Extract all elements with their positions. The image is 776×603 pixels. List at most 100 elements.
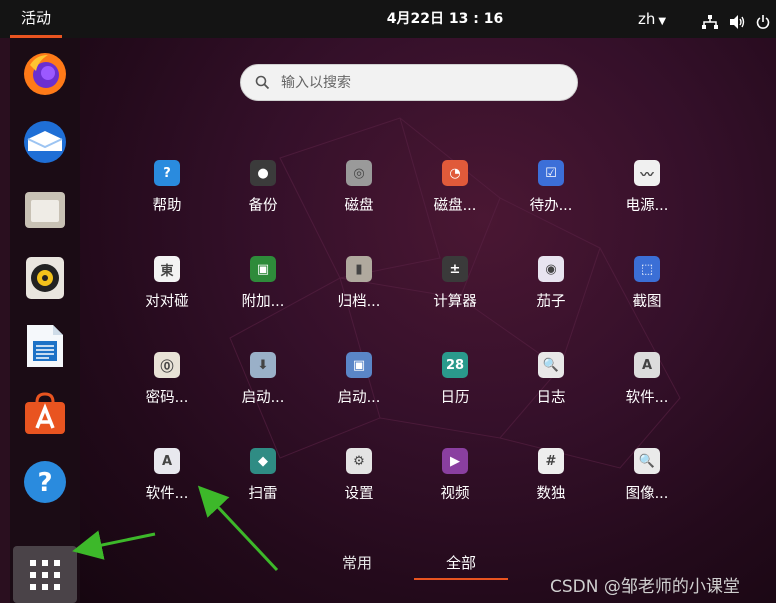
- image-viewer-icon: 🔍: [634, 448, 660, 474]
- archive-icon: ▮: [346, 256, 372, 282]
- folder-icon: [25, 192, 65, 228]
- show-applications-button[interactable]: [13, 546, 77, 603]
- speaker-icon: [26, 257, 64, 299]
- disk-usage-icon: ◔: [442, 160, 468, 186]
- dock-item-rhythmbox[interactable]: [19, 252, 71, 304]
- settings-icon: ⚙: [346, 448, 372, 474]
- app-launcher[interactable]: ● 备份: [215, 154, 311, 250]
- grid-dots-icon: [30, 559, 60, 590]
- app-label: 软件...: [625, 390, 669, 406]
- view-switcher: 常用 全部: [310, 550, 560, 580]
- app-label: 启动...: [337, 390, 381, 406]
- dock: ?: [10, 38, 80, 603]
- search-bar[interactable]: [240, 64, 578, 101]
- app-label: 日志: [536, 390, 566, 406]
- app-launcher[interactable]: 〰电源...: [599, 154, 695, 250]
- app-label: 软件...: [145, 486, 189, 502]
- dock-item-writer[interactable]: [19, 320, 71, 372]
- screenshot-icon: ⬚: [634, 256, 660, 282]
- tab-frequent[interactable]: 常用: [326, 550, 388, 580]
- app-label: 备份: [248, 198, 278, 214]
- app-launcher[interactable]: ▣ 启动...: [311, 346, 407, 442]
- app-launcher[interactable]: 🔍 日志: [503, 346, 599, 442]
- chip-icon: ▣: [250, 256, 276, 282]
- app-launcher[interactable]: 🔍 图像...: [599, 442, 695, 538]
- thunderbird-icon: [24, 121, 66, 163]
- dock-item-firefox[interactable]: [19, 48, 71, 100]
- software-updater-icon: A: [154, 448, 180, 474]
- video-icon: ▶: [442, 448, 468, 474]
- app-label: 归档...: [337, 294, 381, 310]
- applications-overview: ? 帮助 ● 备份 ◎ 磁盘 ◔ 磁盘... ☑ 待办... 〰电源... 東对对碰 ▣ 附加... ▮ 归档…: [80, 38, 776, 603]
- app-launcher[interactable]: ⬚ 截图: [599, 250, 695, 346]
- app-launcher[interactable]: ± 计算器: [407, 250, 503, 346]
- activities-button[interactable]: 活动: [10, 0, 62, 38]
- disk-icon: ◎: [346, 160, 372, 186]
- watermark: CSDN @邹老师的小课堂: [550, 577, 740, 597]
- app-label: 对对碰: [145, 294, 189, 310]
- power-stats-icon: 〰: [634, 160, 660, 186]
- app-launcher[interactable]: ◔ 磁盘...: [407, 154, 503, 250]
- network-wired-icon[interactable]: [702, 15, 718, 29]
- dock-item-software[interactable]: [19, 388, 71, 440]
- app-launcher[interactable]: ◎ 磁盘: [311, 154, 407, 250]
- dock-item-help[interactable]: ?: [19, 456, 71, 508]
- app-launcher[interactable]: ▣ 附加...: [215, 250, 311, 346]
- app-launcher[interactable]: ⚙ 设置: [311, 442, 407, 538]
- app-label: 图像...: [625, 486, 669, 502]
- password-icon: ⓪: [154, 352, 180, 378]
- language-indicator[interactable]: zh ▼: [638, 0, 666, 38]
- app-label: 茄子: [536, 294, 566, 310]
- dock-item-thunderbird[interactable]: [19, 116, 71, 168]
- app-launcher[interactable]: ◆ 扫雷: [215, 442, 311, 538]
- app-label: 截图: [632, 294, 662, 310]
- app-label: 计算器: [433, 294, 477, 310]
- app-grid: ? 帮助 ● 备份 ◎ 磁盘 ◔ 磁盘... ☑ 待办... 〰电源... 東对对碰 ▣ 附加... ▮ 归档…: [119, 154, 695, 538]
- tab-all[interactable]: 全部: [414, 550, 508, 580]
- app-label: 启动...: [241, 390, 285, 406]
- app-label: 磁盘: [344, 198, 374, 214]
- clock[interactable]: 4月22日 13 : 16: [360, 0, 530, 38]
- startup-apps-icon: ▣: [346, 352, 372, 378]
- document-icon: [27, 325, 63, 367]
- calculator-icon: ±: [442, 256, 468, 282]
- app-launcher[interactable]: A 软件...: [599, 346, 695, 442]
- app-label: 日历: [440, 390, 470, 406]
- help-icon: ?: [154, 160, 180, 186]
- app-launcher[interactable]: # 数独: [503, 442, 599, 538]
- volume-icon[interactable]: [730, 15, 746, 29]
- backup-icon: ●: [250, 160, 276, 186]
- app-launcher[interactable]: 東对对碰: [119, 250, 215, 346]
- app-launcher[interactable]: ? 帮助: [119, 154, 215, 250]
- app-launcher[interactable]: ⓪ 密码...: [119, 346, 215, 442]
- calendar-icon: 28: [442, 352, 468, 378]
- app-label: 视频: [440, 486, 470, 502]
- logs-icon: 🔍: [538, 352, 564, 378]
- app-label: 扫雷: [248, 486, 278, 502]
- firefox-icon: [24, 53, 66, 95]
- app-launcher[interactable]: 28 日历: [407, 346, 503, 442]
- app-label: 磁盘...: [433, 198, 477, 214]
- app-launcher[interactable]: ⬇ 启动...: [215, 346, 311, 442]
- camera-icon: ◉: [538, 256, 564, 282]
- dock-item-files[interactable]: [19, 184, 71, 236]
- todo-icon: ☑: [538, 160, 564, 186]
- app-launcher[interactable]: ◉ 茄子: [503, 250, 599, 346]
- power-icon[interactable]: [756, 15, 770, 29]
- mines-icon: ◆: [250, 448, 276, 474]
- app-launcher[interactable]: ▶ 视频: [407, 442, 503, 538]
- top-bar: 活动 4月22日 13 : 16 zh ▼: [0, 0, 776, 38]
- mahjongg-icon: 東: [154, 256, 180, 282]
- startup-disk-icon: ⬇: [250, 352, 276, 378]
- search-input[interactable]: [281, 65, 561, 100]
- chevron-down-icon: ▼: [658, 16, 667, 27]
- search-icon: [255, 75, 270, 90]
- app-launcher[interactable]: ☑ 待办...: [503, 154, 599, 250]
- app-label: 设置: [344, 486, 374, 502]
- app-launcher[interactable]: ▮ 归档...: [311, 250, 407, 346]
- svg-text:?: ?: [37, 468, 52, 498]
- app-label: 电源...: [625, 198, 669, 214]
- app-label: 帮助: [152, 198, 182, 214]
- app-launcher[interactable]: A 软件...: [119, 442, 215, 538]
- software-properties-icon: A: [634, 352, 660, 378]
